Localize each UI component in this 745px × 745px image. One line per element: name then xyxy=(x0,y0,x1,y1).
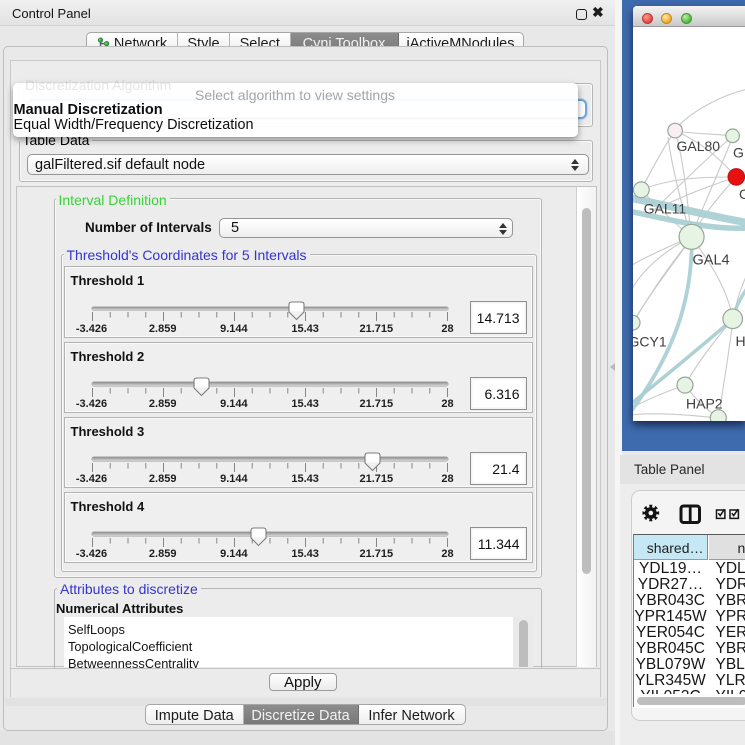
svg-text:GAL80: GAL80 xyxy=(676,138,720,154)
svg-text:GCY1: GCY1 xyxy=(633,333,667,349)
svg-text:GAL4: GAL4 xyxy=(692,252,729,268)
svg-text:GAL11: GAL11 xyxy=(643,200,686,216)
svg-text:G.: G. xyxy=(733,144,745,160)
svg-text:C: C xyxy=(739,186,745,202)
svg-text:HAP2: HAP2 xyxy=(686,395,723,411)
svg-text:H: H xyxy=(735,333,745,349)
